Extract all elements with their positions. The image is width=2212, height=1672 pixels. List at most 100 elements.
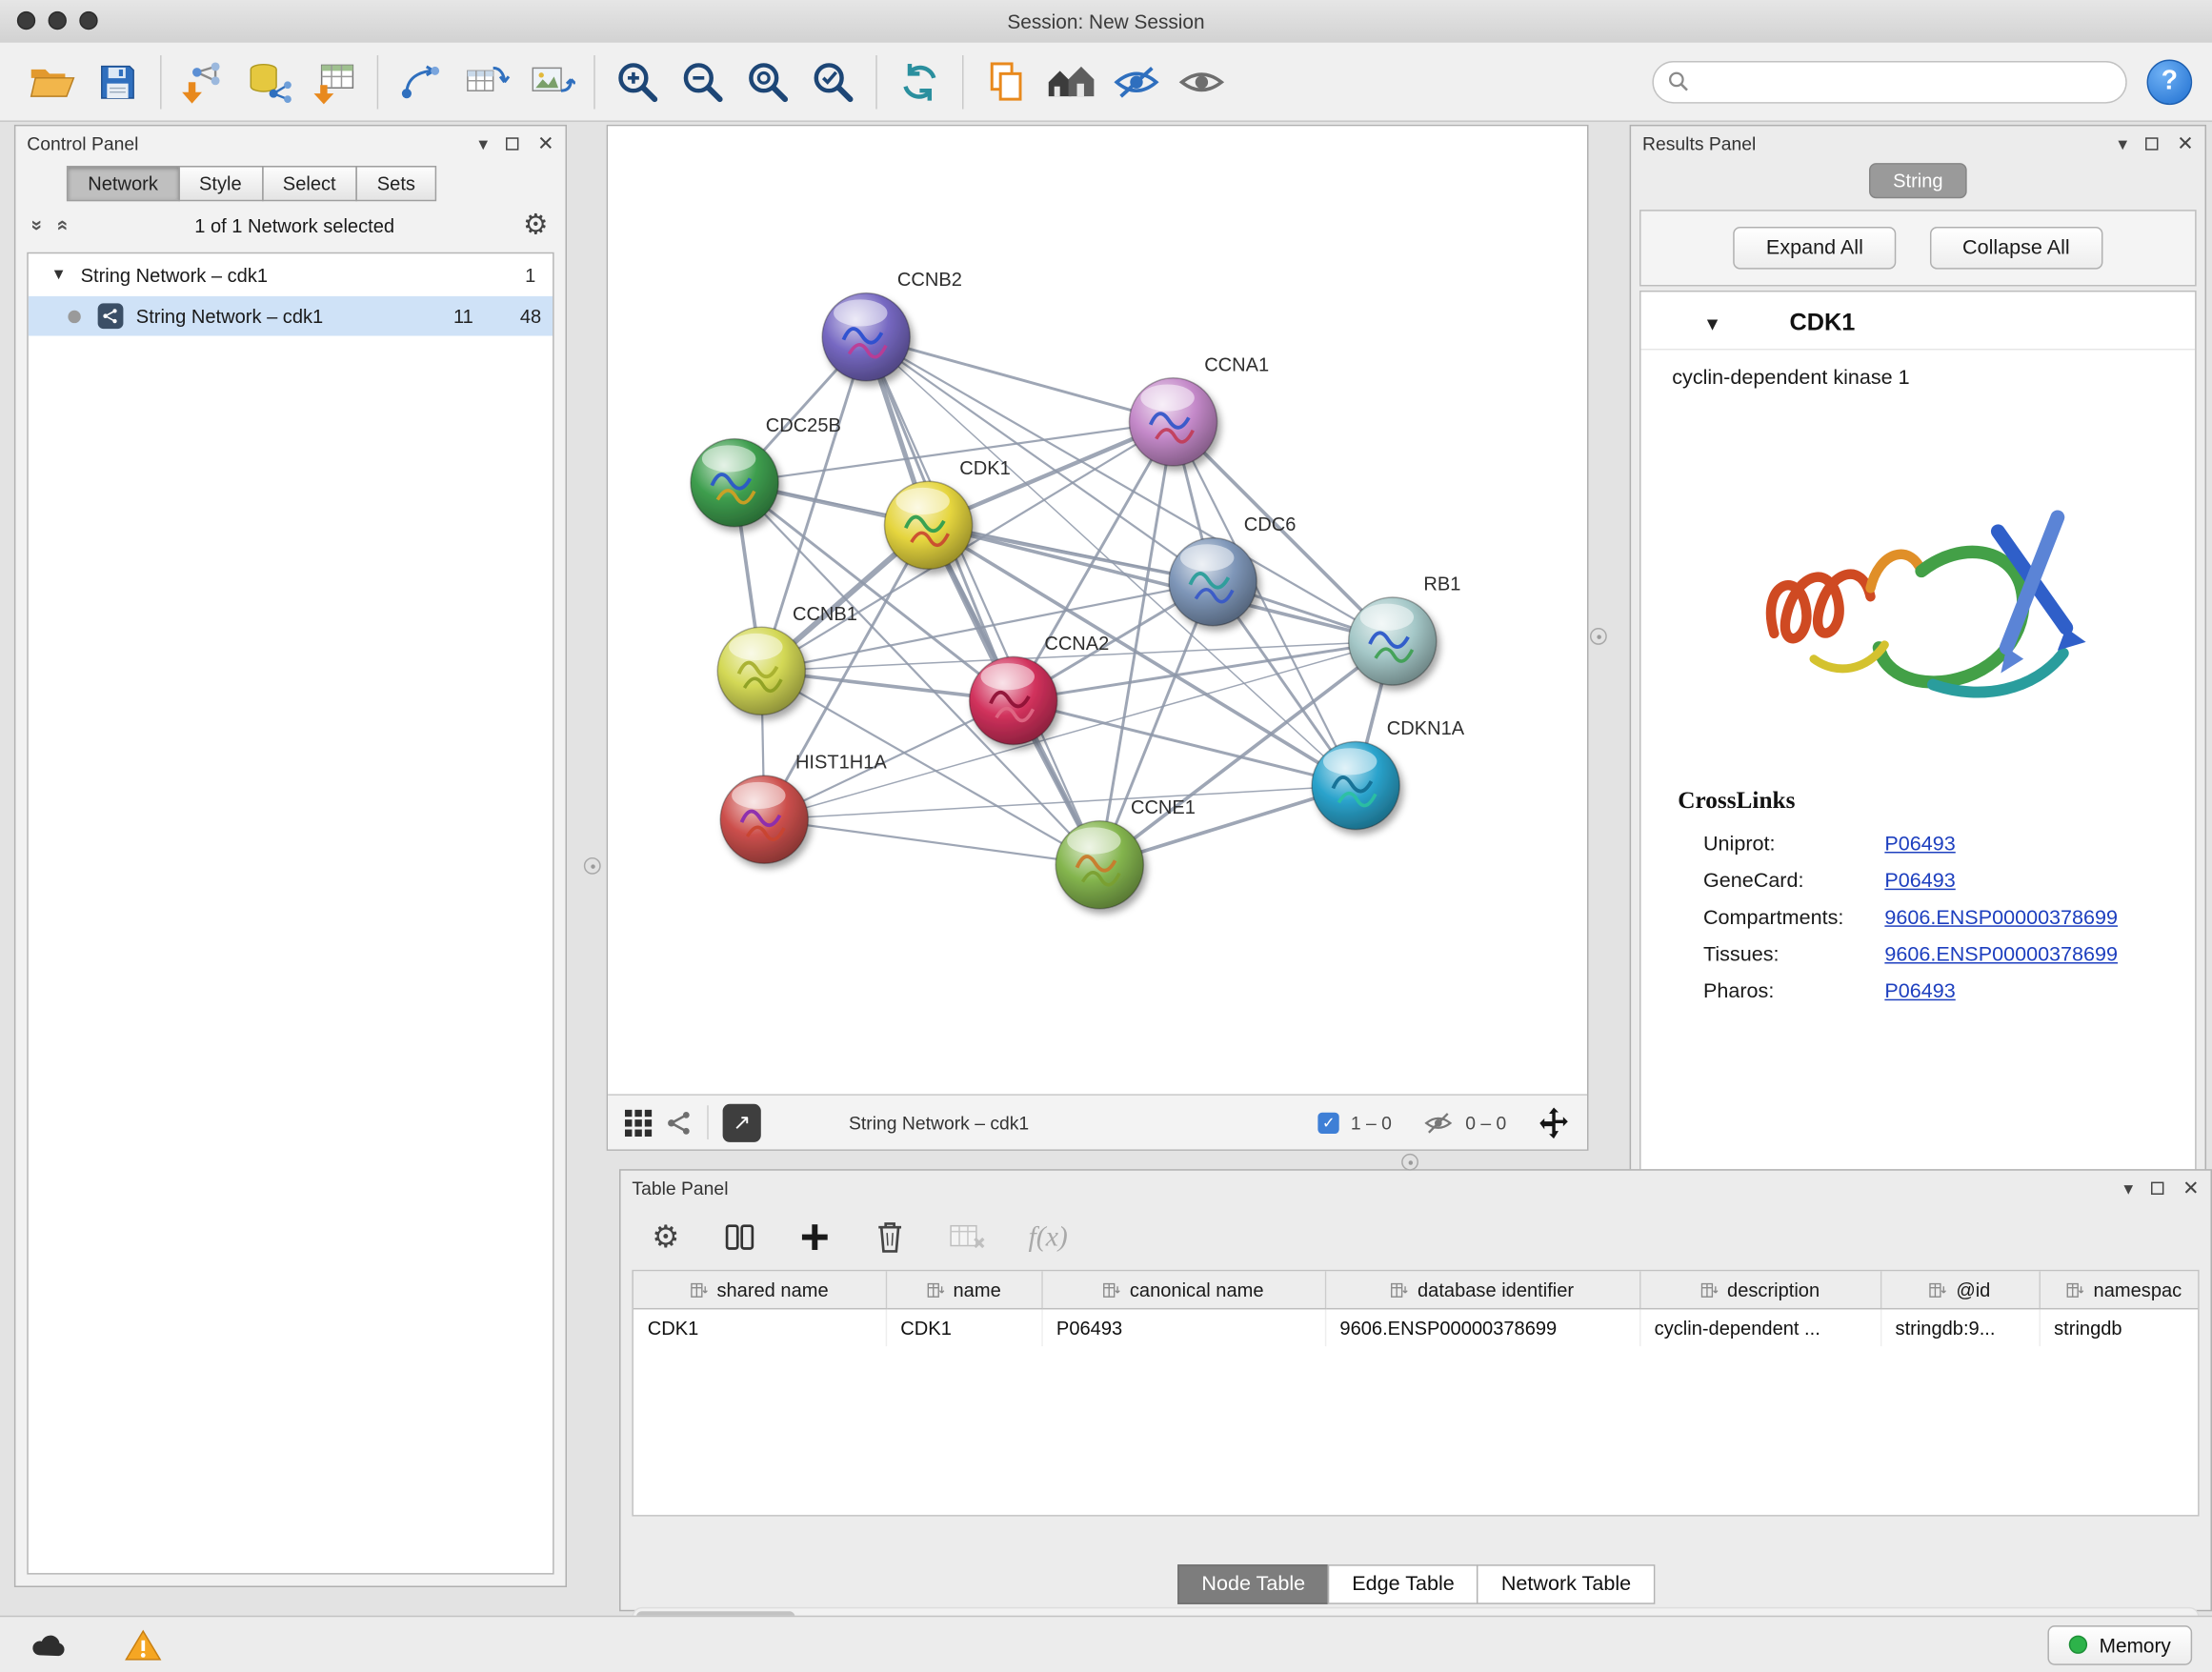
zoom-out-button[interactable] [671, 50, 735, 112]
tab-node-table[interactable]: Node Table [1177, 1564, 1329, 1604]
panel-close-icon[interactable]: ✕ [537, 133, 553, 153]
function-builder-button[interactable]: f(x) [1029, 1220, 1068, 1253]
splitter-handle[interactable] [584, 857, 601, 875]
network-from-table-button[interactable] [453, 50, 518, 112]
panel-close-icon[interactable]: ✕ [2177, 133, 2193, 153]
save-session-button[interactable] [85, 50, 150, 112]
crosslink-link[interactable]: 9606.ENSP00000378699 [1884, 944, 2118, 967]
cell-description[interactable]: cyclin-dependent ... [1639, 1309, 1880, 1346]
column-header[interactable]: canonical name [1041, 1271, 1325, 1308]
hide-graphics-button[interactable] [1104, 50, 1169, 112]
import-table-button[interactable] [302, 50, 367, 112]
cell-canonical-name[interactable]: P06493 [1041, 1309, 1325, 1346]
zoom-fit-button[interactable] [735, 50, 800, 112]
tab-string[interactable]: String [1869, 163, 1967, 198]
collapse-triangle-icon[interactable]: ▼ [51, 267, 67, 284]
crosslink-row: Compartments: 9606.ENSP00000378699 [1641, 900, 2196, 937]
panel-menu-icon[interactable]: ▾ [2118, 134, 2127, 152]
import-network-file-button[interactable] [171, 50, 236, 112]
collapse-triangle-icon[interactable]: ▼ [1703, 312, 1721, 333]
panel-float-icon[interactable] [2145, 137, 2158, 150]
memory-button[interactable]: Memory [2048, 1624, 2192, 1664]
search-input[interactable] [1698, 70, 2111, 93]
crosslink-row: GeneCard: P06493 [1641, 863, 2196, 900]
export-image-button[interactable] [518, 50, 583, 112]
tab-edge-table[interactable]: Edge Table [1328, 1564, 1478, 1604]
move-crosshair-icon[interactable] [1538, 1106, 1570, 1138]
expand-all-button[interactable]: Expand All [1734, 227, 1896, 270]
collection-count: 1 [525, 264, 535, 285]
tab-network-table[interactable]: Network Table [1478, 1564, 1656, 1604]
tab-style[interactable]: Style [178, 166, 263, 201]
zoom-selected-button[interactable] [800, 50, 865, 112]
toolbar-separator [377, 54, 378, 109]
panel-float-icon[interactable] [2151, 1181, 2163, 1194]
delete-column-button[interactable] [873, 1219, 907, 1256]
splitter-handle[interactable] [1401, 1154, 1418, 1171]
memory-label: Memory [2100, 1633, 2171, 1656]
panel-menu-icon[interactable]: ▾ [478, 134, 488, 152]
crosslink-link[interactable]: 9606.ENSP00000378699 [1884, 907, 2118, 930]
hidden-nodes-edges-count: 0 – 0 [1465, 1112, 1506, 1133]
tab-network[interactable]: Network [67, 166, 179, 201]
open-session-button[interactable] [20, 50, 85, 112]
cell-name[interactable]: CDK1 [886, 1309, 1042, 1346]
table-settings-button[interactable]: ⚙ [652, 1221, 679, 1253]
table-toolbar: ⚙ f(x) [621, 1204, 2211, 1269]
network-canvas[interactable]: CCNB2CCNA1CDC25BCDK1CDC6RB1CCNB1CCNA2CDK… [608, 126, 1587, 1094]
network-row-selected[interactable]: String Network – cdk1 11 48 [29, 296, 553, 336]
import-network-database-button[interactable] [236, 50, 301, 112]
show-columns-button[interactable] [722, 1220, 756, 1255]
add-column-button[interactable] [799, 1221, 831, 1253]
column-header[interactable]: description [1639, 1271, 1880, 1308]
cell-shared-name[interactable]: CDK1 [633, 1309, 886, 1346]
sort-column-icon [1700, 1281, 1719, 1297]
control-panel-title: Control Panel [27, 132, 138, 153]
cloud-status-button[interactable] [20, 1629, 79, 1661]
crosslink-link[interactable]: P06493 [1884, 870, 1955, 893]
column-header[interactable]: @id [1880, 1271, 2040, 1308]
documents-icon [983, 59, 1029, 105]
grid-view-button[interactable] [625, 1109, 652, 1136]
expand-all-icon[interactable]: » [27, 220, 50, 232]
zoom-in-button[interactable] [605, 50, 670, 112]
string-view-button[interactable] [666, 1109, 693, 1136]
node-label: CCNB1 [793, 604, 857, 625]
show-graphics-button[interactable] [1169, 50, 1234, 112]
delete-table-button[interactable] [949, 1221, 986, 1253]
search-icon [1668, 71, 1689, 91]
share-nodes-icon [666, 1109, 693, 1136]
column-header[interactable]: namespac [2040, 1271, 2200, 1308]
panel-menu-icon[interactable]: ▾ [2123, 1178, 2133, 1197]
column-header[interactable]: name [886, 1271, 1042, 1308]
gear-icon[interactable]: ⚙ [523, 212, 549, 240]
cell-database-identifier[interactable]: 9606.ENSP00000378699 [1325, 1309, 1639, 1346]
birdseye-view-button[interactable]: ↗ [723, 1103, 761, 1141]
paste-button[interactable] [974, 50, 1038, 112]
status-bar: Memory [0, 1616, 2212, 1672]
new-network-button[interactable] [389, 50, 453, 112]
help-button[interactable]: ? [2147, 59, 2193, 105]
home-button[interactable] [1038, 50, 1103, 112]
gene-section-header[interactable]: ▼ CDK1 [1641, 292, 2196, 350]
crosslink-link[interactable]: P06493 [1884, 834, 1955, 856]
network-view-panel: CCNB2CCNA1CDC25BCDK1CDC6RB1CCNB1CCNA2CDK… [607, 125, 1589, 1151]
refresh-button[interactable] [887, 50, 952, 112]
tab-sets[interactable]: Sets [355, 166, 436, 201]
column-header[interactable]: database identifier [1325, 1271, 1639, 1308]
network-collection-row[interactable]: ▼ String Network – cdk1 1 [29, 253, 553, 296]
panel-float-icon[interactable] [506, 137, 518, 150]
memory-status-dot-icon [2069, 1636, 2087, 1654]
cell-id[interactable]: stringdb:9... [1880, 1309, 2040, 1346]
splitter-handle[interactable] [1590, 628, 1607, 645]
collapse-all-button[interactable]: Collapse All [1930, 227, 2102, 270]
tab-select[interactable]: Select [261, 166, 356, 201]
table-row[interactable]: CDK1 CDK1 P06493 9606.ENSP00000378699 cy… [633, 1309, 2200, 1346]
column-header[interactable]: shared name [633, 1271, 886, 1308]
cell-namespace[interactable]: stringdb [2040, 1309, 2200, 1346]
selected-checkbox-icon[interactable]: ✓ [1318, 1112, 1339, 1133]
collapse-all-icon[interactable]: » [50, 220, 72, 232]
crosslink-link[interactable]: P06493 [1884, 980, 1955, 1003]
panel-close-icon[interactable]: ✕ [2182, 1178, 2199, 1198]
warnings-button[interactable] [116, 1627, 171, 1662]
